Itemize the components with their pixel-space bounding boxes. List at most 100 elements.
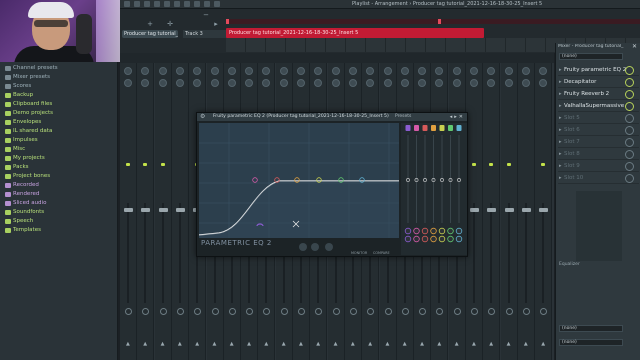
active-led[interactable] xyxy=(489,163,494,166)
stereo-knob[interactable] xyxy=(348,79,357,87)
pan-knob[interactable] xyxy=(210,67,219,75)
eq-response-graph[interactable] xyxy=(199,123,399,238)
monitor-label[interactable]: MONITOR xyxy=(351,251,367,255)
send-arrow-icon[interactable]: ▲ xyxy=(351,341,355,347)
browser-item[interactable]: My projects xyxy=(0,154,117,163)
slot-menu-icon[interactable]: ▸ xyxy=(559,115,562,121)
pan-knob[interactable] xyxy=(452,67,461,75)
send-arrow-icon[interactable]: ▲ xyxy=(334,341,338,347)
add-icon[interactable]: + xyxy=(146,20,154,28)
stereo-knob[interactable] xyxy=(418,79,427,87)
browser-item[interactable]: Speech xyxy=(0,217,117,226)
stereo-knob[interactable] xyxy=(487,79,496,87)
slot-menu-icon[interactable]: ▸ xyxy=(559,163,562,169)
audio-clip[interactable]: Producer tag tutorial_2021-12-16-18-30-2… xyxy=(226,28,484,38)
send-arrow-icon[interactable]: ▲ xyxy=(386,341,390,347)
volume-fader[interactable] xyxy=(158,208,168,212)
stereo-knob[interactable] xyxy=(383,79,392,87)
mix-knob[interactable] xyxy=(625,174,634,183)
route-knob[interactable] xyxy=(298,308,305,315)
mixer-strip[interactable]: ▲ xyxy=(137,63,155,360)
pan-knob[interactable] xyxy=(158,67,167,75)
presets-button[interactable]: Presets xyxy=(395,113,411,121)
gear-icon[interactable]: ⚙ xyxy=(200,114,205,120)
mix-knob[interactable] xyxy=(625,78,634,87)
route-knob[interactable] xyxy=(471,308,478,315)
mix-knob[interactable] xyxy=(625,150,634,159)
slot-menu-icon[interactable]: ▸ xyxy=(559,139,562,145)
route-knob[interactable] xyxy=(176,308,184,315)
mix-knob[interactable] xyxy=(625,90,634,99)
route-knob[interactable] xyxy=(142,308,150,315)
route-knob[interactable] xyxy=(401,308,409,315)
browser-item[interactable]: Demo projects xyxy=(0,109,117,118)
insert-fader-area[interactable] xyxy=(576,191,622,261)
route-knob[interactable] xyxy=(228,308,236,315)
menu-icon[interactable] xyxy=(124,1,130,7)
pan-knob[interactable] xyxy=(470,67,478,75)
send-arrow-icon[interactable]: ▲ xyxy=(282,341,286,347)
stereo-knob[interactable] xyxy=(158,79,167,87)
loop-marker[interactable] xyxy=(438,19,441,24)
delete-icon[interactable] xyxy=(174,1,180,7)
mixer-strip[interactable]: ▲ xyxy=(154,63,172,360)
send-arrow-icon[interactable]: ▲ xyxy=(316,341,320,347)
input-select[interactable]: (none) xyxy=(559,53,623,60)
send-arrow-icon[interactable]: ▲ xyxy=(195,341,199,347)
eq-ab-button[interactable] xyxy=(325,243,333,251)
route-knob[interactable] xyxy=(246,308,254,315)
route-knob[interactable] xyxy=(384,308,392,315)
pattern-selector[interactable]: Producer tag tutorial_20 xyxy=(122,30,178,38)
split-icon[interactable]: ✛ xyxy=(166,20,174,28)
route-knob[interactable] xyxy=(522,308,530,315)
active-led[interactable] xyxy=(160,163,165,166)
compare-label[interactable]: COMPARE xyxy=(373,251,390,255)
mix-knob[interactable] xyxy=(625,102,634,111)
effect-slot[interactable]: ▸ Slot 9 xyxy=(558,161,639,172)
play-icon[interactable]: ▸ xyxy=(212,20,220,28)
send-arrow-icon[interactable]: ▲ xyxy=(230,341,234,347)
browser-item[interactable]: Rendered xyxy=(0,190,117,199)
slot-menu-icon[interactable]: ▸ xyxy=(559,91,562,97)
minus-icon[interactable]: − xyxy=(202,11,210,19)
volume-fader[interactable] xyxy=(124,208,133,212)
stereo-knob[interactable] xyxy=(470,79,478,87)
mixer-strip[interactable]: ▲ xyxy=(483,63,501,360)
browser-item[interactable]: Packs xyxy=(0,163,117,172)
slice-icon[interactable] xyxy=(194,1,200,7)
route-knob[interactable] xyxy=(263,308,271,315)
active-led[interactable] xyxy=(506,163,511,166)
send-arrow-icon[interactable]: ▲ xyxy=(143,341,147,347)
stereo-knob[interactable] xyxy=(210,79,219,87)
send-arrow-icon[interactable]: ▲ xyxy=(403,341,407,347)
effect-slot[interactable]: ▸ Slot 10 xyxy=(558,173,639,184)
volume-fader[interactable] xyxy=(470,208,479,212)
route-knob[interactable] xyxy=(453,308,461,315)
route-knob[interactable] xyxy=(505,308,513,315)
stereo-knob[interactable] xyxy=(141,79,150,87)
pan-knob[interactable] xyxy=(297,67,305,75)
pan-knob[interactable] xyxy=(383,67,392,75)
effect-slot[interactable]: ▸ Fruity parametric EQ 2 xyxy=(558,65,639,76)
active-led[interactable] xyxy=(472,163,476,166)
pan-knob[interactable] xyxy=(487,67,496,75)
close-icon[interactable]: ✕ xyxy=(632,43,637,50)
effect-slot[interactable]: ▸ Fruity Reeverb 2 xyxy=(558,89,639,100)
browser-item[interactable]: Templates xyxy=(0,226,117,235)
mix-knob[interactable] xyxy=(625,162,634,171)
pan-knob[interactable] xyxy=(245,67,254,75)
route-knob[interactable] xyxy=(332,308,340,315)
pan-knob[interactable] xyxy=(539,67,548,75)
stereo-knob[interactable] xyxy=(175,79,184,87)
pan-knob[interactable] xyxy=(141,67,150,75)
mix-knob[interactable] xyxy=(625,114,634,123)
send-arrow-icon[interactable]: ▲ xyxy=(507,341,511,347)
volume-fader[interactable] xyxy=(521,208,531,212)
route-knob[interactable] xyxy=(488,308,496,315)
volume-fader[interactable] xyxy=(175,208,185,212)
parametric-eq-window[interactable]: ⚙ Fruity parametric EQ 2 (Producer tag t… xyxy=(196,112,468,257)
active-led[interactable] xyxy=(143,163,148,166)
eq-title-bar[interactable]: ⚙ Fruity parametric EQ 2 (Producer tag t… xyxy=(197,113,467,121)
send-arrow-icon[interactable]: ▲ xyxy=(126,341,130,347)
effect-slot[interactable]: ▸ Slot 7 xyxy=(558,137,639,148)
